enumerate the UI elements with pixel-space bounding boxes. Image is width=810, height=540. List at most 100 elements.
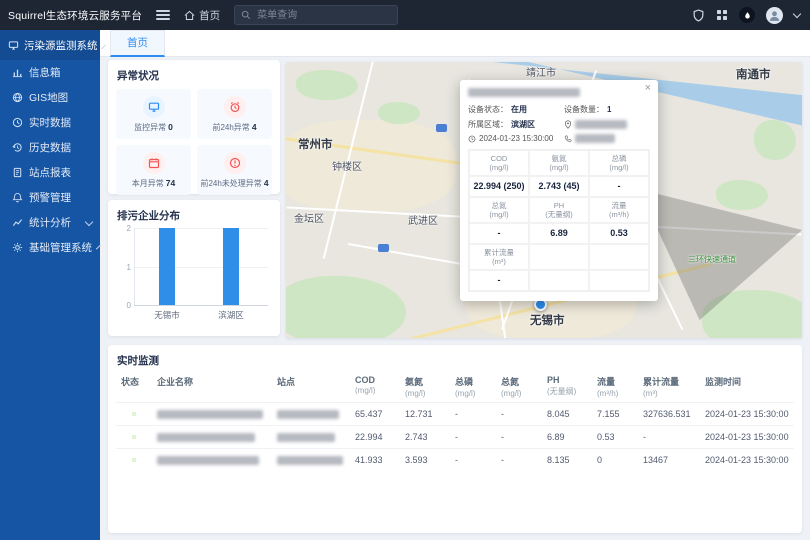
- close-icon[interactable]: ×: [645, 83, 651, 94]
- metric-header: COD(mg/l): [469, 150, 529, 176]
- metric-value: 22.994 (250): [469, 176, 529, 197]
- stat-label: 监控异常: [134, 123, 166, 132]
- app-logo: Squirrel生态环境云服务平台: [8, 8, 142, 23]
- clock-icon: [12, 117, 23, 128]
- y-tick: 2: [117, 224, 131, 233]
- popup-time: 2024-01-23 15:30:00: [479, 134, 553, 143]
- stat-value: 74: [166, 178, 175, 188]
- urban-area: [286, 120, 456, 212]
- bar-wuxi: [159, 228, 175, 305]
- abnormal-status-card: 异常状况 监控异常0 前24h异常4: [108, 60, 280, 194]
- y-tick: 1: [117, 263, 131, 272]
- sidebar-item-label: 历史数据: [29, 140, 92, 155]
- enterprise-distribution-title: 排污企业分布: [108, 200, 280, 227]
- enterprise-name-redacted: [157, 433, 255, 442]
- alert-circle-icon: [224, 152, 246, 174]
- metric-header: 累计流量(m³): [469, 244, 529, 270]
- station-name-redacted: [468, 88, 580, 97]
- map-label-wuxi: 无锡市: [530, 312, 565, 328]
- stat-month-abnormal[interactable]: 本月异常74: [116, 145, 191, 195]
- stat-value: 4: [264, 178, 269, 188]
- apps-grid-icon[interactable]: [716, 9, 728, 21]
- sidebar-item-history-data[interactable]: 历史数据: [0, 135, 100, 160]
- map-label-ring-expressway: 三环快速通道: [688, 254, 736, 265]
- table-row[interactable]: 22.9942.743 -- 6.890.53 - 2024-01-23 15:…: [116, 426, 794, 449]
- search-input[interactable]: [255, 9, 391, 22]
- road-shield-chip: [436, 124, 447, 132]
- alarm-clock-icon: [224, 96, 246, 118]
- x-category: 滨湖区: [201, 309, 261, 321]
- site-name-redacted: [277, 456, 343, 465]
- y-tick: 0: [117, 301, 131, 310]
- enterprise-name-redacted: [157, 456, 259, 465]
- realtime-monitoring-title: 实时监测: [108, 345, 802, 372]
- green-area: [716, 180, 768, 210]
- device-status-value: 在用: [511, 104, 527, 115]
- water-drop-badge-icon[interactable]: [739, 7, 755, 23]
- station-popup: × 设备状态：在用 设备数量：1 所属区域：滨湖区 2024-0: [460, 80, 658, 301]
- green-area: [286, 276, 406, 338]
- menu-toggle-icon[interactable]: [156, 10, 170, 20]
- phone-redacted: [575, 134, 615, 143]
- monitor-icon: [8, 40, 19, 51]
- table-row[interactable]: 65.43712.731 -- 8.0457.155 327636.531 20…: [116, 403, 794, 426]
- abnormal-status-title: 异常状况: [108, 60, 280, 87]
- road-shield-chip: [378, 244, 389, 252]
- metric-header: 流量(m³/h): [589, 197, 649, 223]
- stat-24h-unhandled-abnormal[interactable]: 前24h未处理异常4: [197, 145, 272, 195]
- phone-icon: [564, 135, 572, 143]
- sidebar-item-site-report[interactable]: 站点报表: [0, 160, 100, 185]
- shield-icon[interactable]: [692, 9, 705, 22]
- metric-value: 0.53: [589, 223, 649, 244]
- device-count-value: 1: [607, 105, 611, 114]
- metric-value: -: [589, 176, 649, 197]
- stat-monitor-abnormal[interactable]: 监控异常0: [116, 89, 191, 139]
- metric-value: -: [469, 223, 529, 244]
- device-count-label: 设备数量：: [564, 104, 604, 115]
- metric-header: 氨氮(mg/l): [529, 150, 589, 176]
- stat-value: 4: [252, 122, 257, 132]
- user-avatar[interactable]: [766, 7, 783, 24]
- region-label: 所属区域：: [468, 119, 508, 130]
- chevron-down-icon[interactable]: [793, 10, 801, 18]
- green-area: [754, 120, 796, 160]
- stat-24h-abnormal[interactable]: 前24h异常4: [197, 89, 272, 139]
- popup-metrics-table: COD(mg/l) 氨氮(mg/l) 总磷(mg/l) 22.994 (250)…: [468, 149, 650, 292]
- document-icon: [12, 167, 23, 178]
- bell-icon: [12, 192, 23, 203]
- trend-chart-icon: [12, 217, 23, 228]
- metric-header: 总磷(mg/l): [589, 150, 649, 176]
- globe-icon: [12, 92, 23, 103]
- sidebar-item-label: 站点报表: [29, 165, 92, 180]
- sidebar-item-inbox[interactable]: 信息箱: [0, 60, 100, 85]
- map-label-zhonglou: 钟楼区: [332, 158, 362, 173]
- app-window: Squirrel生态环境云服务平台 首页: [0, 0, 810, 540]
- stat-value: 0: [168, 122, 173, 132]
- realtime-table: 状态 企业名称 站点 COD(mg/l) 氨氮(mg/l) 总磷(mg/l) 总…: [116, 372, 794, 471]
- sidebar-section-pollution-monitoring[interactable]: 污染源监测系统: [0, 30, 100, 60]
- menu-search: [234, 5, 398, 25]
- home-breadcrumb[interactable]: 首页: [184, 8, 220, 23]
- region-value: 滨湖区: [511, 119, 535, 130]
- sidebar-item-label: 预警管理: [29, 190, 92, 205]
- map-label-jingjiang: 靖江市: [526, 64, 556, 79]
- tab-home[interactable]: 首页: [110, 30, 165, 57]
- sidebar-item-warning-management[interactable]: 预警管理: [0, 185, 100, 210]
- map-label-jintan: 金坛区: [294, 210, 324, 225]
- metric-value-empty: [529, 270, 589, 291]
- sidebar-item-gis-map[interactable]: GIS地图: [0, 85, 100, 110]
- home-breadcrumb-label: 首页: [199, 8, 220, 23]
- gear-icon: [12, 242, 23, 253]
- table-row[interactable]: 41.9333.593 -- 8.1350 13467 2024-01-23 1…: [116, 449, 794, 472]
- monitor-alert-icon: [143, 96, 165, 118]
- bar-chart-icon: [12, 67, 23, 78]
- sidebar-item-statistics[interactable]: 统计分析: [0, 210, 100, 235]
- metric-value: 6.89: [529, 223, 589, 244]
- sidebar-item-basic-management[interactable]: 基础管理系统: [0, 235, 100, 260]
- sidebar-item-realtime-data[interactable]: 实时数据: [0, 110, 100, 135]
- gis-map[interactable]: 靖江市 南通市 常州市 钟楼区 金坛区 武进区 无锡市 三环快速通道 × 设备状…: [286, 62, 802, 338]
- metric-header-empty: [529, 244, 589, 270]
- main-content: 首页 更多 异常状况 监控异常0 前24h异常4: [100, 30, 810, 540]
- enterprise-distribution-card: 排污企业分布 2 1 0 无锡市 滨湖区: [108, 200, 280, 336]
- table-header-row: 状态 企业名称 站点 COD(mg/l) 氨氮(mg/l) 总磷(mg/l) 总…: [116, 372, 794, 403]
